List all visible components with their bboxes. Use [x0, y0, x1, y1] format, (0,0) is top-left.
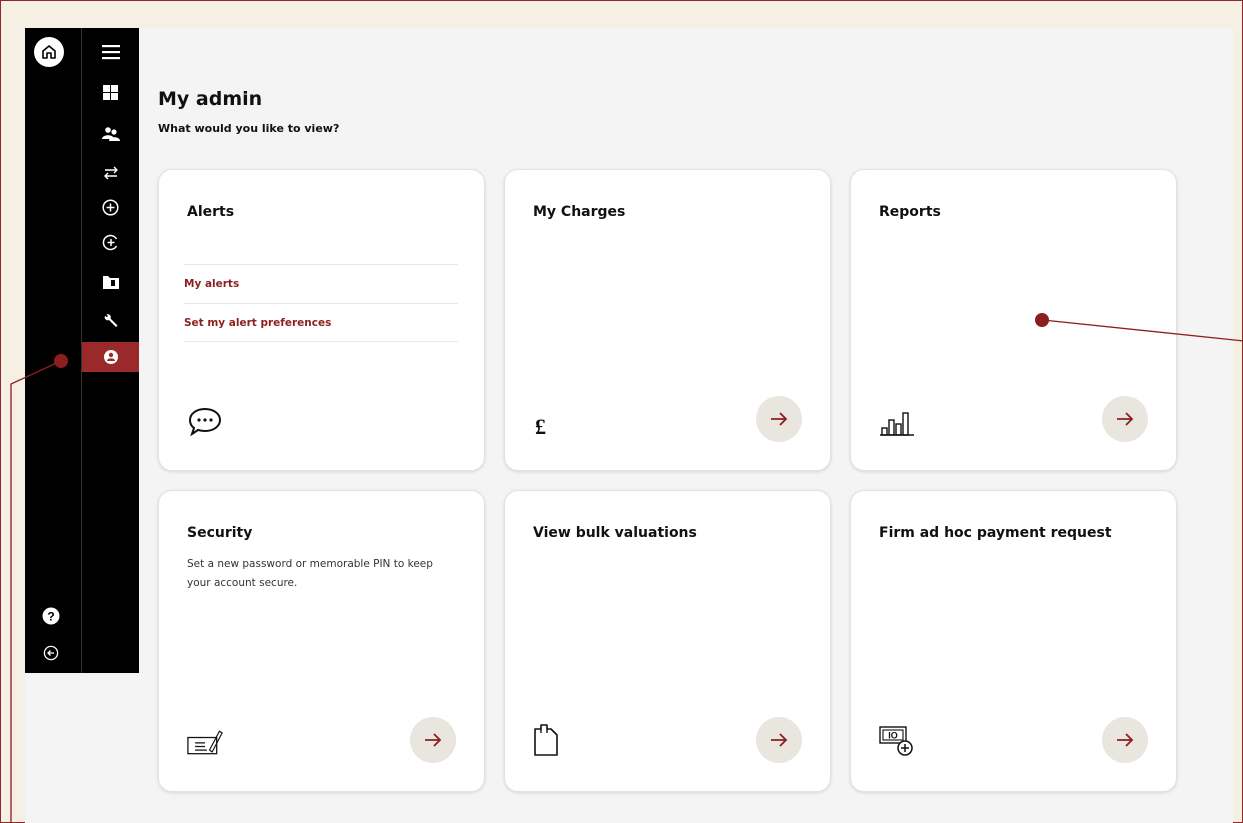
cheque-icon — [187, 727, 223, 757]
transfer-icon[interactable] — [82, 158, 139, 188]
folder-icon[interactable] — [82, 267, 139, 297]
card-title: View bulk valuations — [533, 525, 697, 541]
card-description: Set a new password or memorable PIN to k… — [187, 558, 433, 589]
menu-icon[interactable] — [82, 37, 139, 67]
arrow-right-button[interactable] — [1102, 717, 1148, 763]
alert-links: My alerts Set my alert preferences — [184, 264, 458, 342]
bulk-valuations-card[interactable]: View bulk valuations — [504, 490, 831, 792]
card-title: Alerts — [187, 204, 235, 220]
home-icon[interactable] — [34, 37, 64, 67]
page-title: My admin — [158, 88, 263, 110]
alert-preferences-link[interactable]: Set my alert preferences — [184, 303, 458, 342]
card-title: Security — [187, 525, 253, 541]
add-icon[interactable] — [82, 192, 139, 222]
security-card[interactable]: Security Set a new password or memorable… — [158, 490, 485, 792]
arrow-right-button[interactable] — [756, 396, 802, 442]
card-title: Firm ad hoc payment request — [879, 525, 1112, 541]
arrow-right-button[interactable] — [1102, 396, 1148, 442]
card-title: Reports — [879, 204, 941, 220]
my-alerts-link[interactable]: My alerts — [184, 264, 458, 303]
page-subtitle: What would you like to view? — [158, 122, 340, 135]
my-charges-card[interactable]: My Charges £ — [504, 169, 831, 471]
dashboard-icon[interactable] — [82, 77, 139, 107]
payment-request-card[interactable]: Firm ad hoc payment request IO — [850, 490, 1177, 792]
payment-request-icon: IO — [879, 726, 915, 757]
arrow-right-button[interactable] — [410, 717, 456, 763]
bar-chart-icon — [879, 406, 915, 436]
arrow-right-button[interactable] — [756, 717, 802, 763]
sidebar-rail — [25, 28, 82, 673]
document-icon — [533, 724, 569, 757]
wrench-icon[interactable] — [82, 306, 139, 336]
logout-icon[interactable] — [41, 643, 61, 663]
card-title: My Charges — [533, 204, 626, 220]
users-icon[interactable] — [82, 118, 139, 148]
pound-icon: £ — [533, 406, 569, 436]
reports-card[interactable]: Reports — [850, 169, 1177, 471]
add-currency-icon[interactable] — [82, 227, 139, 257]
svg-text:IO: IO — [888, 731, 898, 741]
chat-icon — [187, 406, 223, 436]
annotation-dot — [1035, 313, 1049, 327]
alerts-card: Alerts My alerts Set my alert preference… — [158, 169, 485, 471]
account-icon[interactable] — [82, 342, 139, 372]
svg-text:£: £ — [535, 414, 546, 436]
annotation-dot — [54, 354, 68, 368]
svg-text:?: ? — [47, 610, 54, 624]
help-icon[interactable]: ? — [41, 606, 61, 626]
